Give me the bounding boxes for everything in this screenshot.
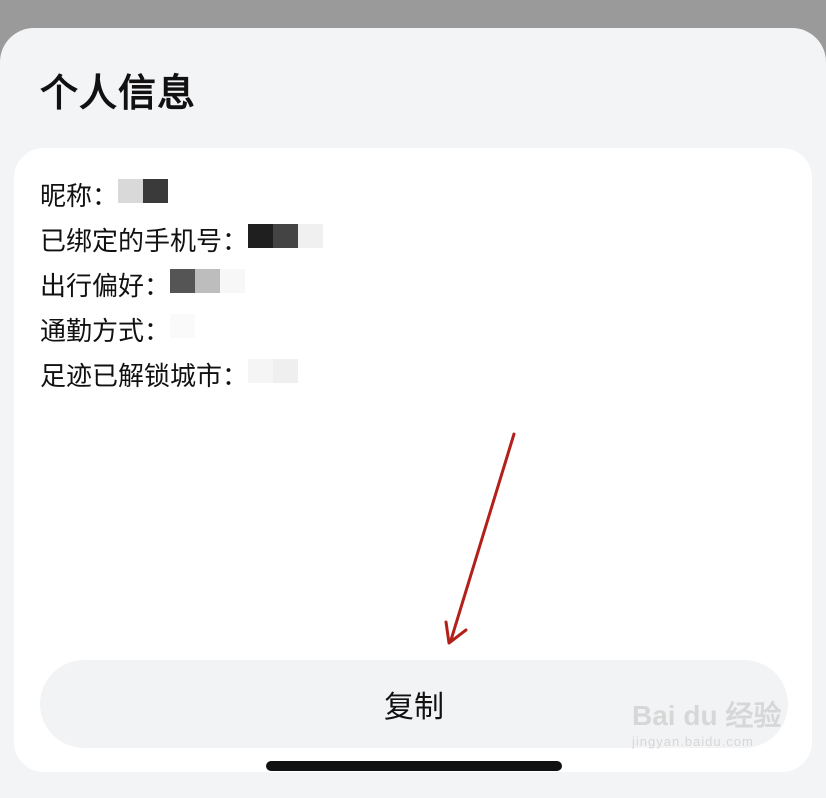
nickname-value-redacted bbox=[118, 179, 169, 210]
nickname-label: 昵称： bbox=[40, 182, 119, 212]
watermark-sub: jingyan.baidu.com bbox=[632, 734, 754, 749]
travel-preference-label: 出行偏好： bbox=[40, 272, 171, 302]
commute-method-label: 通勤方式： bbox=[40, 317, 171, 347]
redaction-block bbox=[273, 224, 299, 248]
redaction-block bbox=[248, 224, 274, 248]
redaction-block bbox=[298, 224, 324, 248]
watermark-main: Bai du 经验 bbox=[632, 700, 782, 731]
travel-preference-value-redacted bbox=[170, 269, 246, 300]
info-row-unlocked-cities[interactable]: 足迹已解锁城市： bbox=[40, 352, 323, 397]
redaction-block bbox=[170, 314, 196, 338]
redaction-block bbox=[195, 269, 221, 293]
bound-phone-label: 已绑定的手机号： bbox=[40, 227, 249, 257]
info-row-commute-method[interactable]: 通勤方式： bbox=[40, 307, 323, 352]
unlocked-cities-label: 足迹已解锁城市： bbox=[40, 362, 249, 392]
redaction-block bbox=[273, 359, 299, 383]
info-row-travel-preference[interactable]: 出行偏好： bbox=[40, 262, 323, 307]
info-row-nickname[interactable]: 昵称： bbox=[40, 172, 323, 217]
redaction-block bbox=[118, 179, 144, 203]
redaction-block bbox=[170, 269, 196, 293]
redaction-block bbox=[143, 179, 169, 203]
redaction-block bbox=[248, 359, 274, 383]
redaction-block bbox=[220, 269, 246, 293]
bound-phone-value-redacted bbox=[248, 224, 324, 255]
home-indicator[interactable] bbox=[266, 761, 562, 771]
baidu-jingyan-watermark: Bai du 经验 jingyan.baidu.com bbox=[632, 694, 782, 749]
commute-method-value-redacted bbox=[170, 314, 196, 345]
unlocked-cities-value-redacted bbox=[248, 359, 299, 390]
info-row-bound-phone[interactable]: 已绑定的手机号： bbox=[40, 217, 324, 262]
page-title: 个人信息 bbox=[40, 71, 197, 115]
info-list: 昵称： 已绑定的手机号： 出行偏好： 通勤方式： 足迹已解锁城市： bbox=[40, 172, 324, 397]
